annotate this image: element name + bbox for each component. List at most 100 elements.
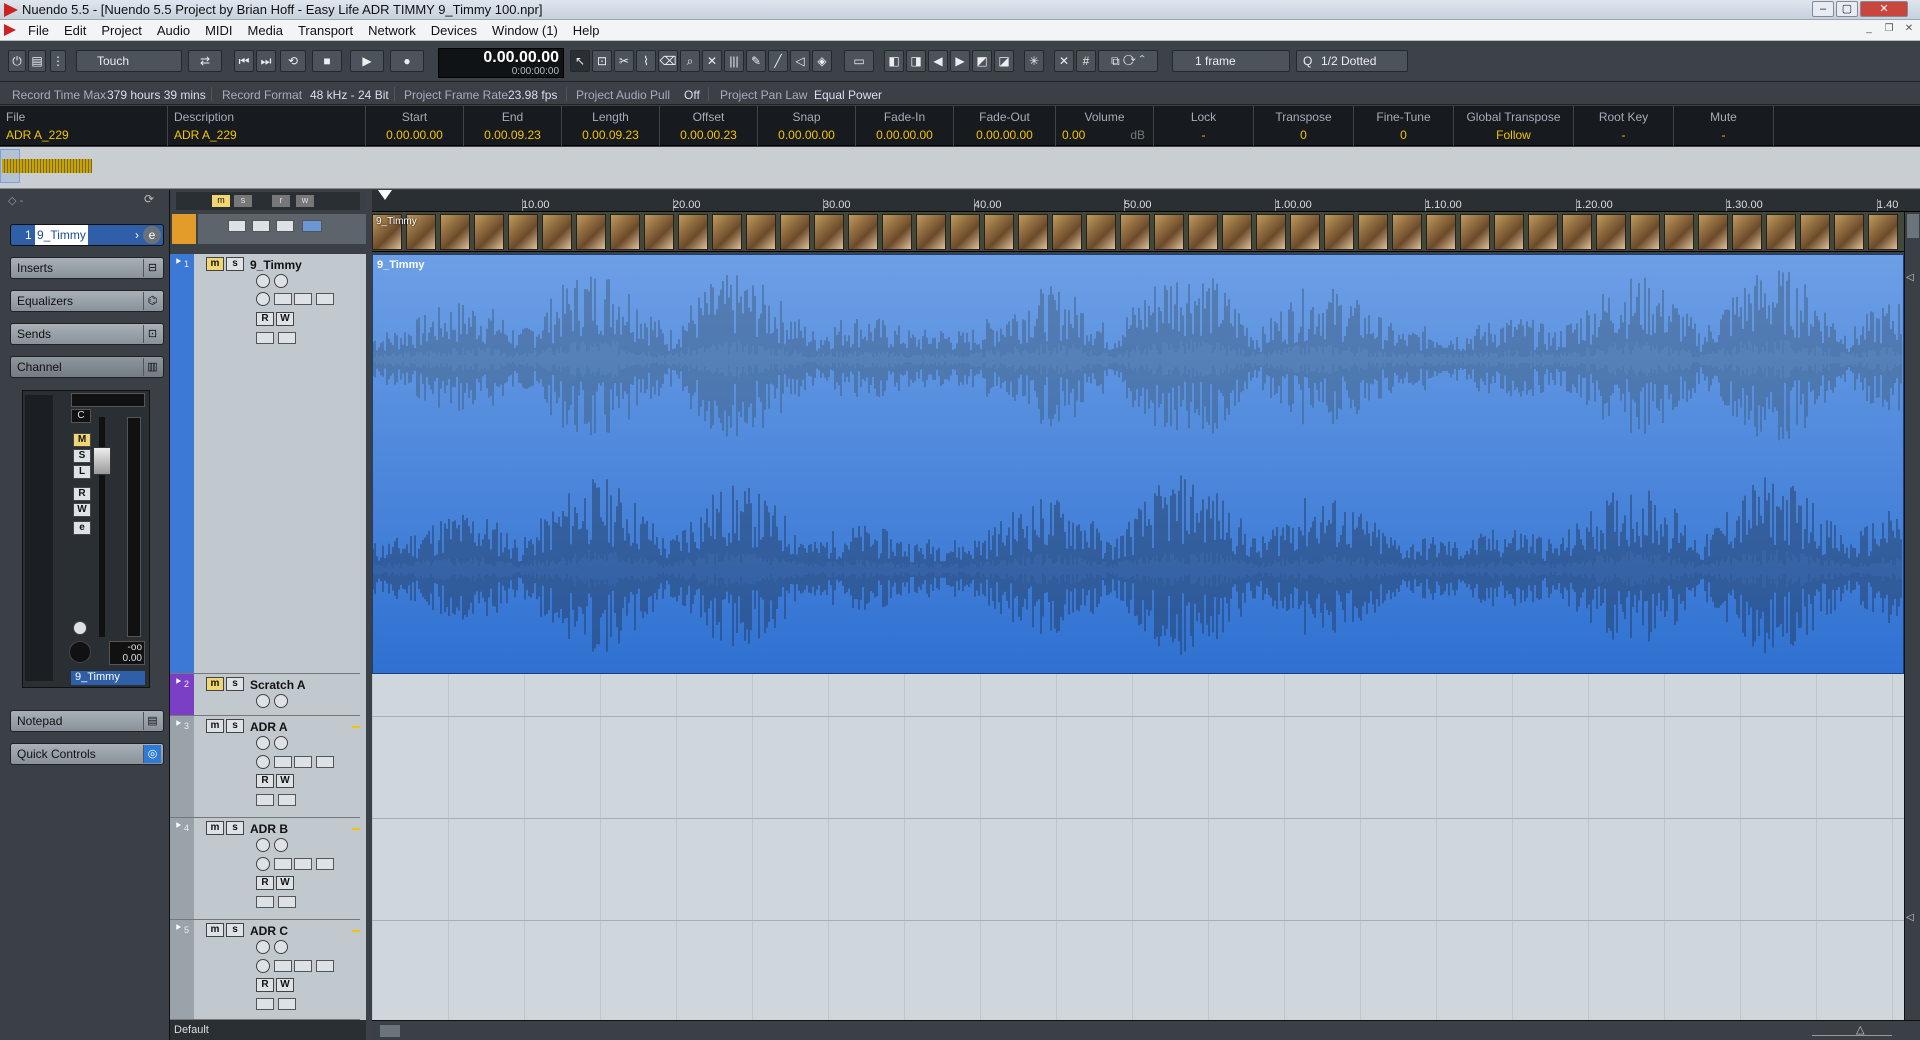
info-root-key[interactable]: Root Key - (1574, 106, 1674, 146)
send-bypass-icon[interactable] (316, 858, 334, 870)
eq-bypass-icon[interactable] (294, 960, 312, 972)
track-row[interactable]: 4 ⯈ m s ADR B R W (170, 818, 360, 920)
info-fine-tune[interactable]: Fine-Tune 0 (1354, 106, 1454, 146)
insert-bypass-icon[interactable] (274, 756, 292, 768)
menu-project[interactable]: Project (93, 20, 148, 38)
menu-network[interactable]: Network (360, 20, 423, 38)
zoom-tool-icon[interactable]: ⌕ (680, 50, 700, 72)
event-end-icon[interactable]: ◪ (994, 50, 1014, 72)
write-automation-button[interactable]: W (276, 876, 294, 890)
timewarp-tool-icon[interactable]: ||| (724, 50, 744, 72)
vertical-scrollbar[interactable]: ◁ ◁ (1904, 212, 1920, 1020)
menu-window[interactable]: Window (1) (484, 20, 565, 38)
monitor-icon[interactable] (274, 736, 288, 750)
edit-button[interactable]: e (73, 521, 91, 535)
play-icon[interactable]: ▶ (350, 50, 384, 72)
timeline-ruler[interactable]: 10.00 20.00 30.00 40.00 50.00 1.00.00 1.… (372, 190, 1920, 212)
doc-close-icon[interactable]: ✕ (1900, 23, 1918, 37)
horizontal-scrollbar[interactable]: △ (372, 1020, 1920, 1040)
menu-devices[interactable]: Devices (423, 20, 484, 38)
doc-restore-icon[interactable]: ❐ (1880, 23, 1898, 37)
prev-event-icon[interactable]: ◀ (928, 50, 948, 72)
cycle-icon[interactable]: ⟲ (280, 50, 306, 72)
track-solo-button[interactable]: s (226, 719, 244, 733)
video-track-header[interactable] (198, 214, 366, 244)
expand-icon[interactable]: ⯈ (174, 677, 182, 688)
info-mute[interactable]: Mute - (1674, 106, 1774, 146)
inspector-track-name[interactable]: 1 9_Timmy › e (10, 224, 164, 246)
global-solo-icon[interactable]: s (234, 195, 252, 207)
arrow-tool-icon[interactable]: ↖ (570, 50, 590, 72)
record-enable-icon[interactable] (256, 838, 270, 852)
write-automation-button[interactable]: W (276, 312, 294, 326)
monitor-icon[interactable] (274, 838, 288, 852)
record-enable-icon[interactable] (256, 736, 270, 750)
time-display[interactable]: 0.00.00.00 0:00:00:00 (438, 48, 564, 78)
snap-icon[interactable]: ✕ (1054, 50, 1074, 72)
range-tool-icon[interactable]: ⊡ (592, 50, 612, 72)
edit-channel-icon[interactable] (256, 857, 270, 871)
read-automation-button[interactable]: R (256, 978, 274, 992)
record-enable-icon[interactable] (256, 694, 270, 708)
lane-icon[interactable] (278, 794, 296, 806)
track-solo-button[interactable]: s (226, 677, 244, 691)
grid-icon[interactable]: # (1076, 50, 1096, 72)
menu-file[interactable]: File (20, 20, 56, 38)
automation-mode-select[interactable]: Touch (76, 50, 182, 72)
read-automation-button[interactable]: R (256, 876, 274, 890)
record-enable-button[interactable] (69, 641, 91, 663)
info-fade-out[interactable]: Fade-Out 0.00.00.00 (954, 106, 1056, 146)
track-name[interactable]: 9_Timmy (250, 258, 302, 272)
track-mute-button[interactable]: m (206, 677, 224, 691)
track-row[interactable]: 1 ⯈ m s 9_Timmy R W (170, 254, 360, 674)
timebase-icon[interactable] (256, 794, 274, 806)
monitor-icon[interactable] (274, 274, 288, 288)
global-read-icon[interactable]: r (272, 195, 290, 207)
event-start-icon[interactable]: ◩ (972, 50, 992, 72)
info-offset[interactable]: Offset 0.00.00.23 (660, 106, 758, 146)
info-length[interactable]: Length 0.00.09.23 (562, 106, 660, 146)
video-mute-icon[interactable] (252, 220, 270, 232)
track-preset-bar[interactable]: Default (170, 1020, 366, 1040)
snap-zero-icon[interactable]: ✳ (1024, 50, 1044, 72)
timebase-icon[interactable] (256, 896, 274, 908)
draw-tool-icon[interactable]: ✎ (746, 50, 766, 72)
app-menu-icon[interactable] (4, 24, 16, 36)
inspector-visibility-icon[interactable]: ◇ ‑ (8, 194, 23, 207)
quantize-select[interactable]: Q 1/2 Dotted (1296, 50, 1408, 72)
insert-bypass-icon[interactable] (274, 858, 292, 870)
grid-type-select[interactable]: ⧉ ⟳ ⌃ (1098, 50, 1158, 72)
audio-event[interactable]: 9_Timmy (372, 254, 1904, 674)
info-end[interactable]: End 0.00.09.23 (464, 106, 562, 146)
track-row[interactable]: 5 ⯈ m s ADR C R W (170, 920, 360, 1020)
track-row[interactable]: 2 ⯈ m s Scratch A (170, 674, 360, 716)
video-track[interactable]: 9_Timmy (372, 212, 1904, 252)
info-fade-in[interactable]: Fade-In 0.00.00.00 (856, 106, 954, 146)
track-solo-button[interactable]: s (226, 257, 244, 271)
menu-audio[interactable]: Audio (149, 20, 197, 38)
erase-tool-icon[interactable]: ⌫ (658, 50, 678, 72)
inspector-notepad[interactable]: Notepad ▤ (10, 710, 164, 732)
nudge-select[interactable]: 1 frame (1172, 50, 1290, 72)
eq-bypass-icon[interactable] (294, 293, 312, 305)
rewind-start-icon[interactable]: ⏮ (234, 50, 254, 72)
insert-bypass-icon[interactable] (274, 960, 292, 972)
inspector-sends[interactable]: Sends ⊡ (10, 323, 164, 345)
write-button[interactable]: W (73, 503, 91, 517)
video-button-icon[interactable] (228, 220, 246, 232)
track-name[interactable]: ADR C (250, 924, 288, 938)
mute-button[interactable]: M (73, 433, 91, 447)
read-automation-button[interactable]: R (256, 312, 274, 326)
send-bypass-icon[interactable] (316, 960, 334, 972)
play-tool-icon[interactable]: ◁ (790, 50, 810, 72)
menu-edit[interactable]: Edit (56, 20, 93, 38)
listen-button[interactable]: L (73, 465, 91, 479)
record-enable-icon[interactable] (256, 940, 270, 954)
activate-project-icon[interactable]: ⏻ (8, 50, 26, 72)
split-tool-icon[interactable]: ✂ (614, 50, 634, 72)
forward-end-icon[interactable]: ⏭ (256, 50, 276, 72)
menu-help[interactable]: Help (565, 20, 607, 38)
read-button[interactable]: R (73, 487, 91, 501)
overview-bar[interactable] (0, 147, 1920, 189)
monitor-icon[interactable] (274, 940, 288, 954)
